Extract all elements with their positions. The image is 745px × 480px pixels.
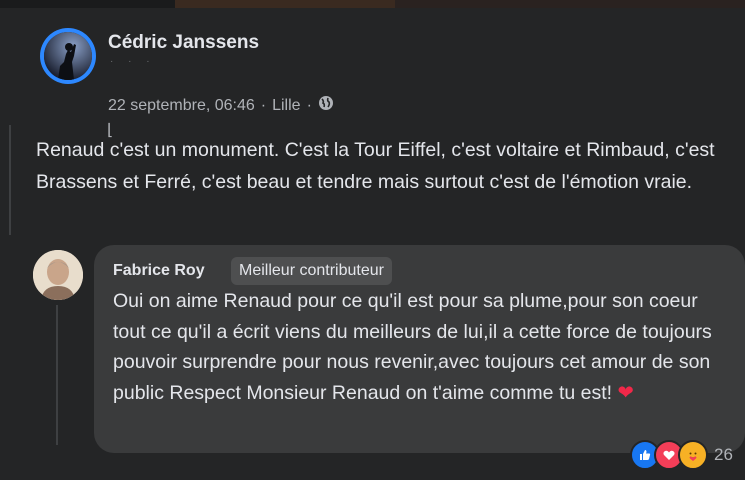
reaction-summary[interactable]: 26 (630, 440, 733, 470)
post-location[interactable]: Lille (272, 97, 300, 115)
author-avatar[interactable] (40, 28, 96, 84)
post-meta: 22 septembre, 06:46 · Lille · (108, 95, 334, 116)
post-date[interactable]: 22 septembre, 06:46 (108, 97, 255, 115)
avatar-image (44, 32, 92, 80)
top-contributor-badge[interactable]: Meilleur contributeur (231, 257, 392, 285)
image-fragment (175, 0, 395, 8)
silhouette-icon (44, 32, 92, 80)
reply-text: Oui on aime Renaud pour ce qu'il est pou… (113, 286, 713, 408)
reply-author-name[interactable]: Fabrice Roy (113, 262, 205, 280)
reply-author-avatar[interactable] (33, 250, 83, 300)
thread-line (56, 305, 58, 445)
post-text: Renaud c'est un monument. C'est la Tour … (36, 139, 715, 193)
heart-emoji: ❤ (617, 381, 634, 404)
care-icon (678, 440, 708, 470)
thread-line (9, 125, 11, 235)
reaction-count: 26 (714, 445, 733, 464)
image-fragment (395, 0, 745, 8)
globe-icon[interactable] (318, 95, 334, 116)
top-image-strip (0, 0, 745, 8)
person-icon (33, 250, 83, 300)
post-author-name[interactable]: Cédric Janssens (108, 32, 259, 54)
decorative-dots: · · · (110, 56, 156, 67)
meta-separator: · (306, 96, 312, 114)
meta-separator: · (260, 96, 267, 114)
